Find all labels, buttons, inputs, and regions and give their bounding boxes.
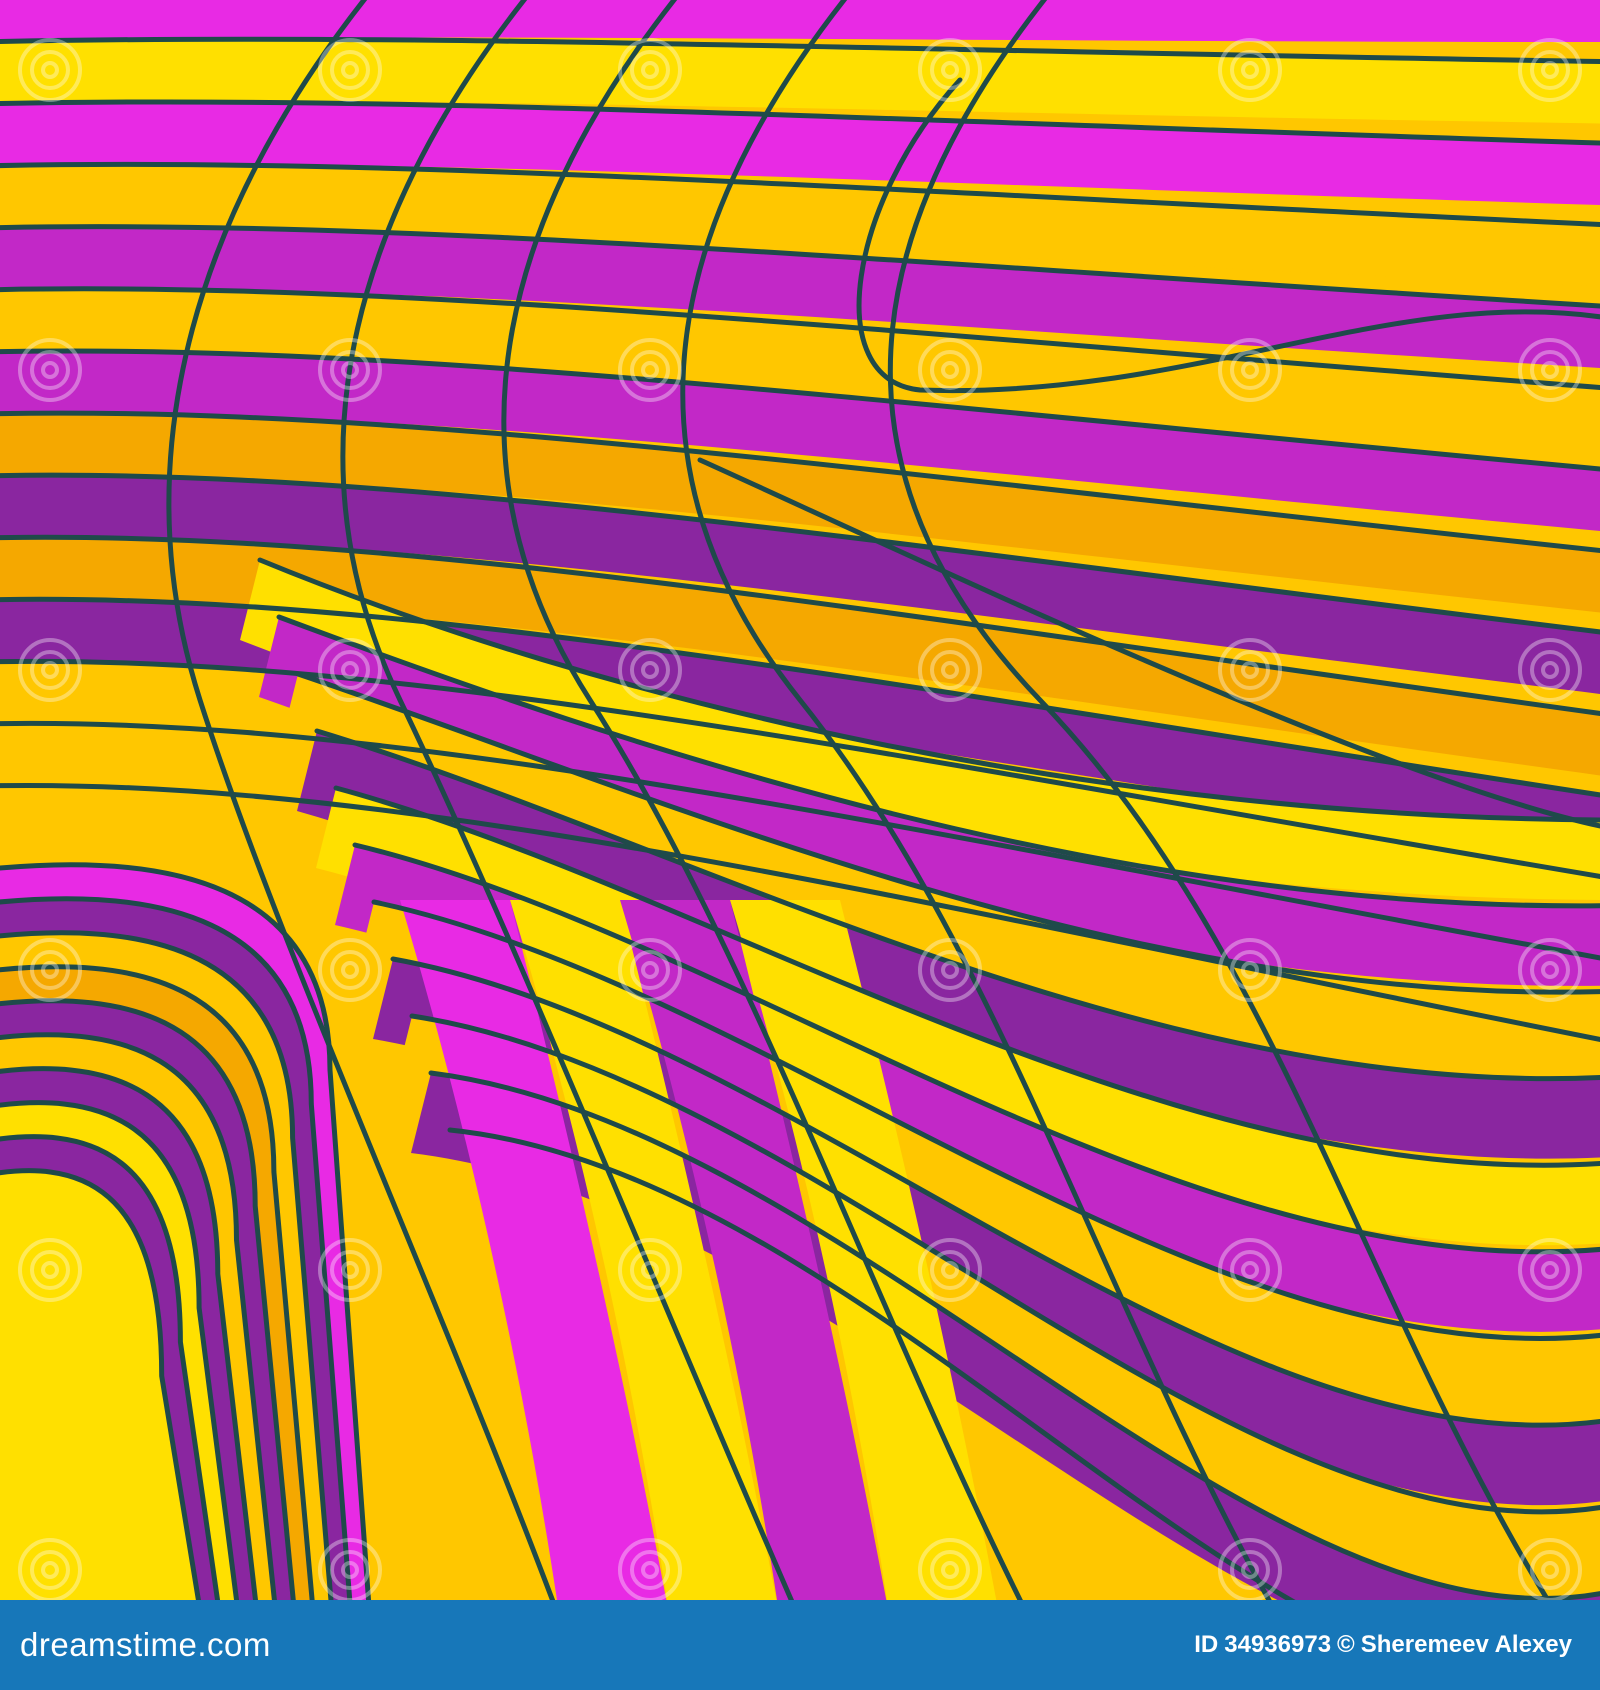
id-label: ID	[1194, 1631, 1219, 1658]
color-bands	[0, 0, 1600, 1600]
credit-bar: dreamstime.com ID 34936973 © Sheremeev Alex…	[0, 1600, 1600, 1690]
band	[0, 0, 1600, 42]
stock-illustration	[0, 0, 1600, 1600]
author-name: Sheremeev Alexey	[1360, 1631, 1572, 1658]
id-number: 34936973	[1224, 1631, 1332, 1658]
wavy-stripes-pattern	[0, 0, 1600, 1600]
site-name[interactable]: dreamstime.com	[20, 1600, 271, 1690]
image-credit: ID 34936973 © Sheremeev Alexey	[1188, 1600, 1572, 1690]
copyright-symbol: ©	[1337, 1631, 1355, 1658]
